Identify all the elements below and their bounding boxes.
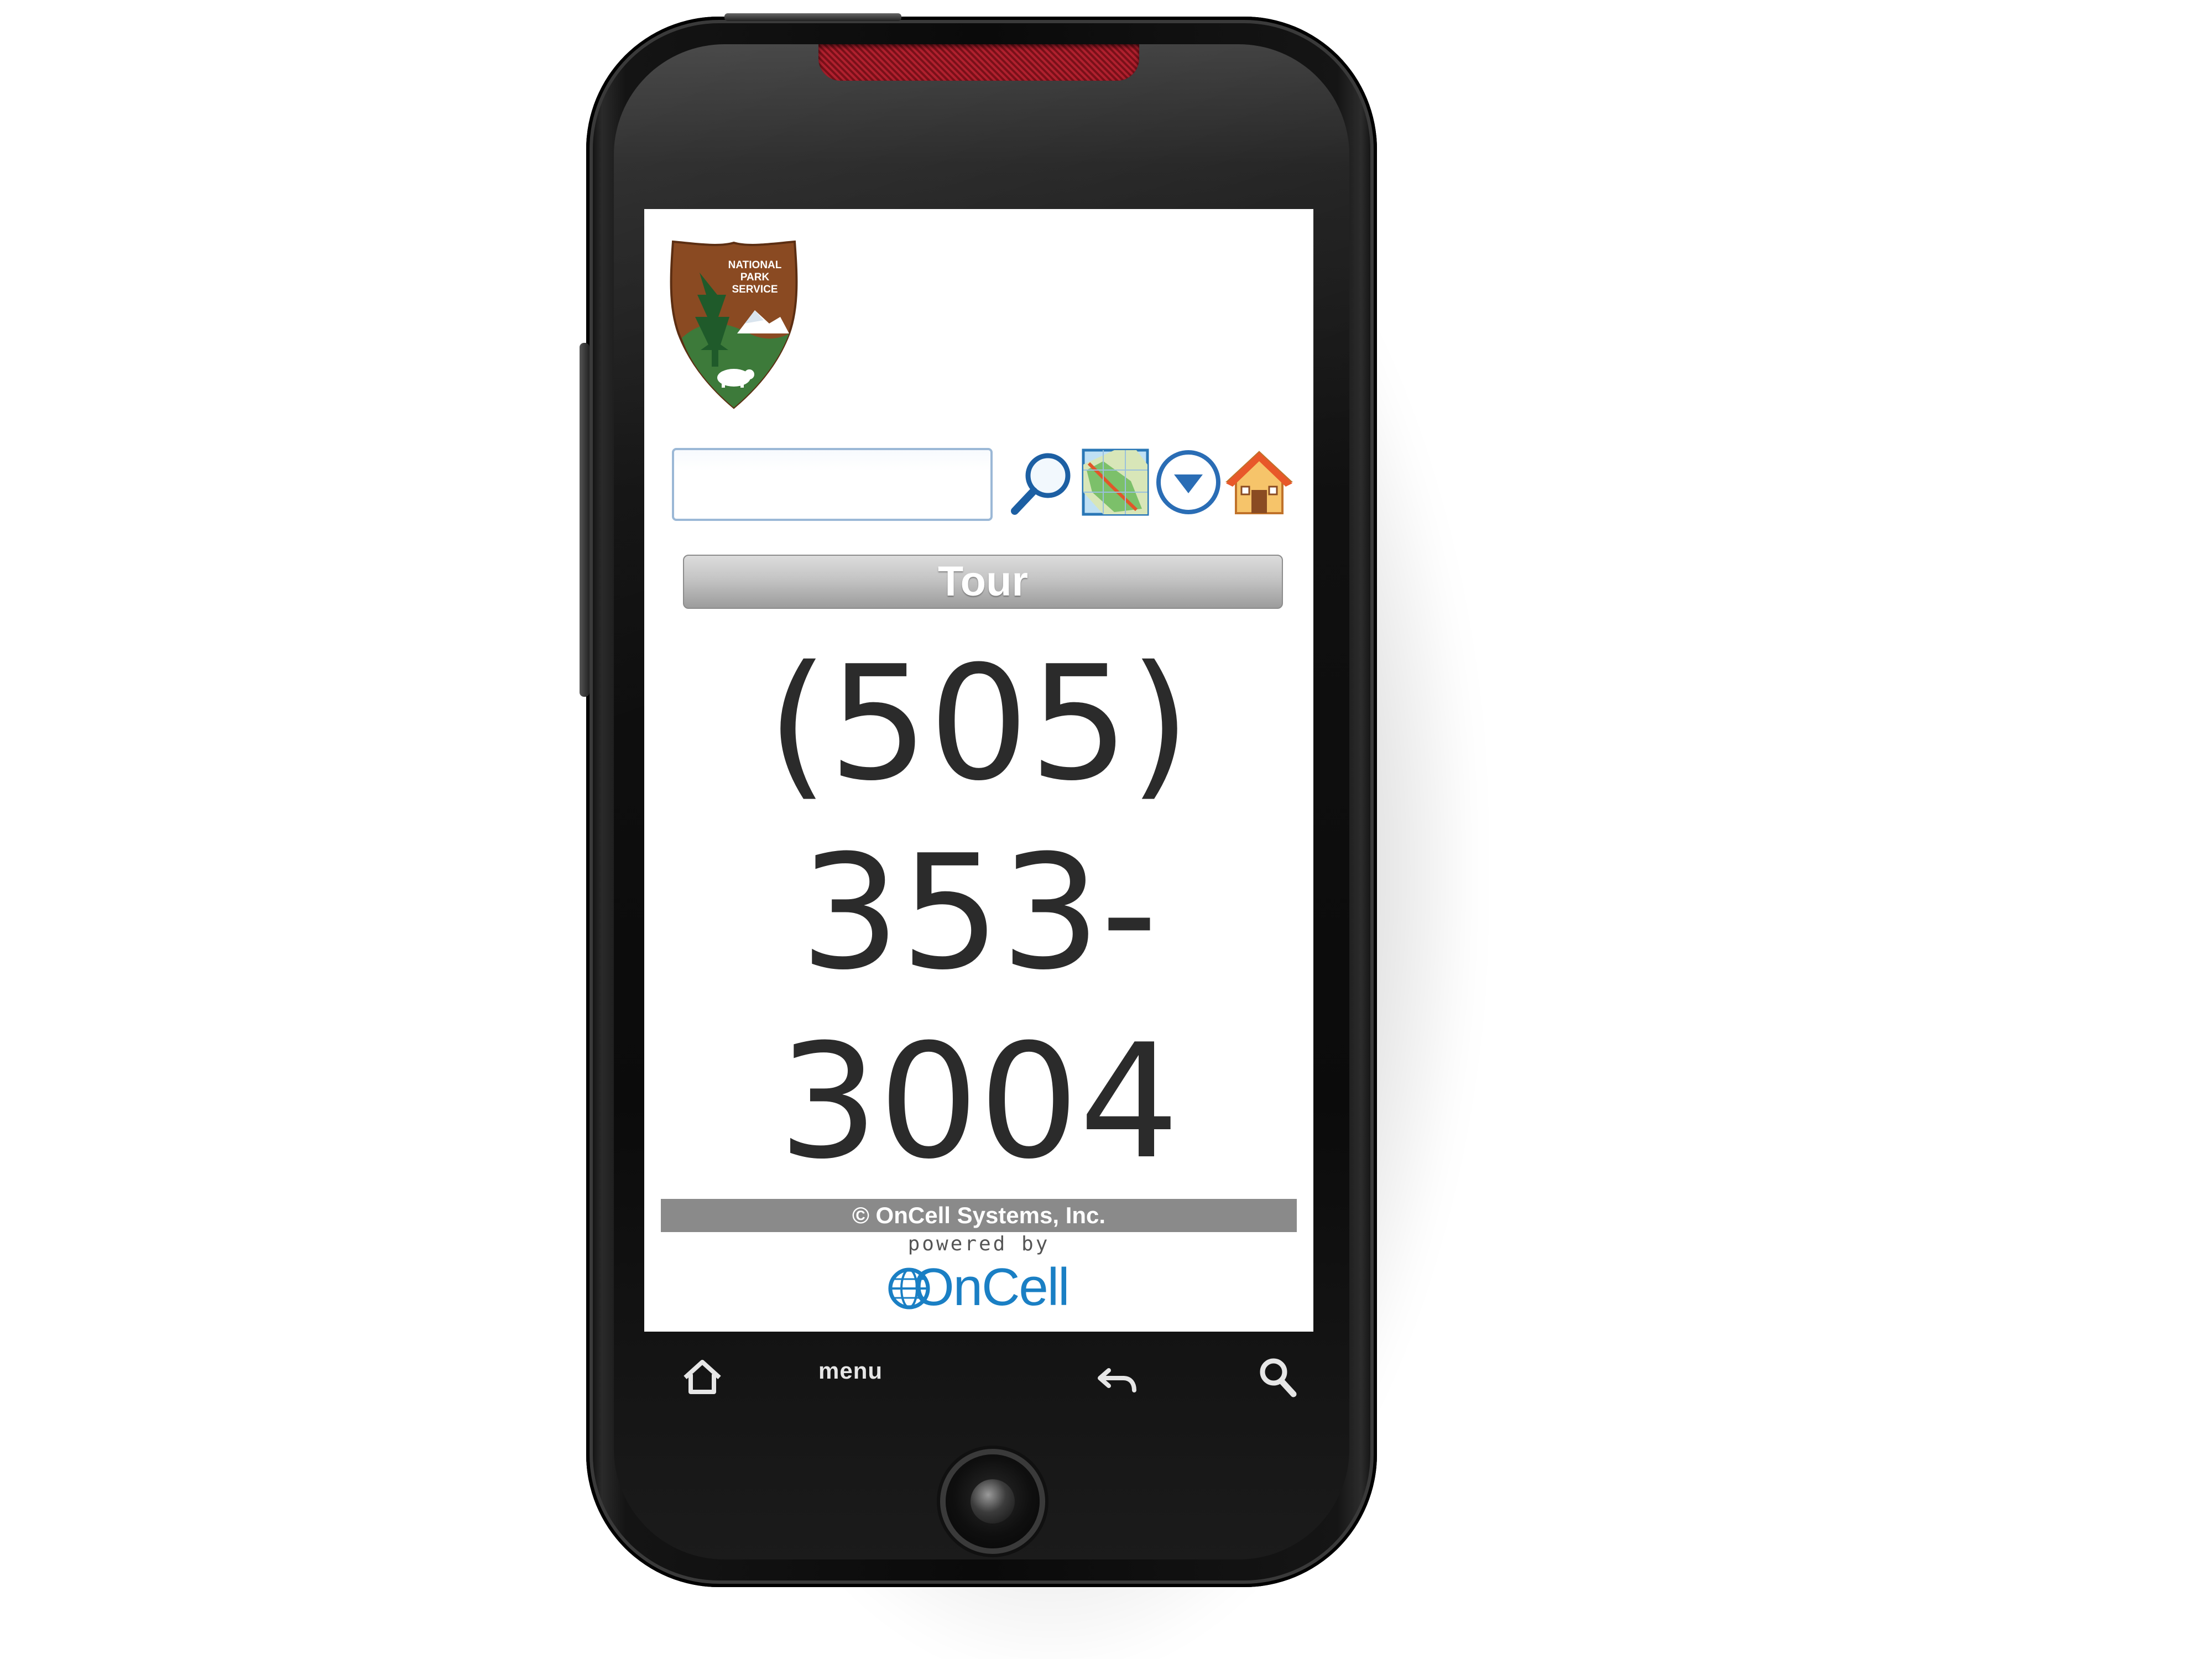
- map-icon[interactable]: [1081, 448, 1150, 517]
- home-icon[interactable]: [1225, 448, 1293, 517]
- earpiece-speaker: [818, 44, 1139, 81]
- search-icon[interactable]: [1008, 448, 1077, 517]
- search-icon: [1260, 1358, 1297, 1397]
- back-icon: [1098, 1368, 1136, 1392]
- svg-text:NATIONAL: NATIONAL: [728, 259, 782, 271]
- volume-rocker[interactable]: [580, 343, 589, 697]
- svg-text:PARK: PARK: [740, 272, 770, 283]
- oncell-brand-text: OnCell: [913, 1258, 1070, 1317]
- nps-arrowhead-icon: NATIONAL PARK SERVICE: [670, 240, 798, 409]
- tour-phone-number[interactable]: (505) 353- 3004: [644, 629, 1313, 1197]
- trackball[interactable]: [946, 1454, 1040, 1548]
- oncell-logo[interactable]: OnCell: [888, 1257, 1070, 1318]
- tour-header: Tour: [683, 555, 1283, 609]
- svg-text:SERVICE: SERVICE: [732, 284, 778, 295]
- app-screen: NATIONAL PARK SERVICE Tour (505) 353- 30…: [644, 209, 1313, 1332]
- power-button[interactable]: [724, 13, 901, 21]
- hardware-search-button[interactable]: [1253, 1352, 1302, 1402]
- powered-by-label: powered by: [907, 1233, 1050, 1255]
- copyright-bar: © OnCell Systems, Inc.: [661, 1199, 1297, 1232]
- hardware-back-button[interactable]: [1092, 1354, 1142, 1404]
- stage: NATIONAL PARK SERVICE Tour (505) 353- 30…: [0, 0, 2212, 1659]
- dropdown-menu-icon[interactable]: [1154, 448, 1223, 517]
- search-input[interactable]: [672, 448, 993, 521]
- home-icon: [684, 1360, 721, 1394]
- hardware-menu-button[interactable]: menu: [818, 1358, 883, 1384]
- hardware-home-button[interactable]: [677, 1352, 727, 1402]
